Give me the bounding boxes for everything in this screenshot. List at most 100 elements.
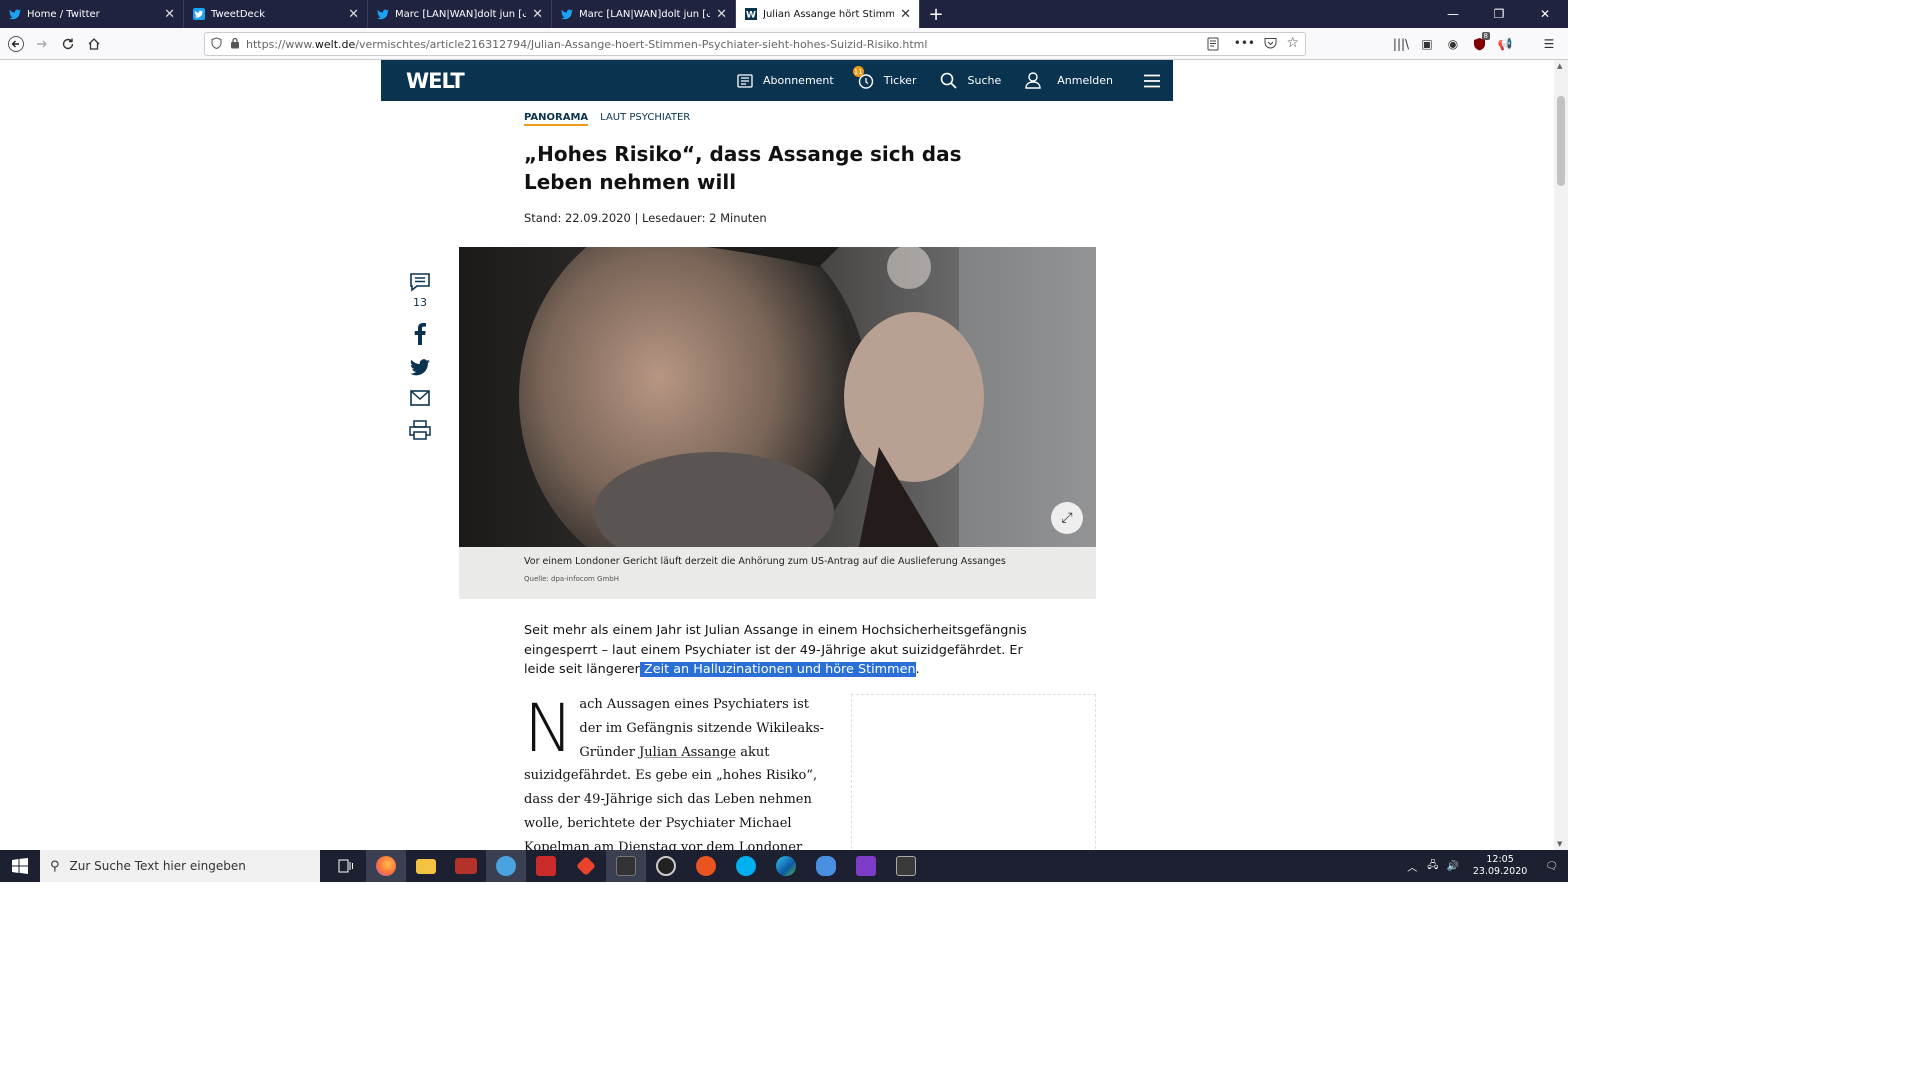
volume-icon[interactable]: 🔊	[1446, 861, 1458, 872]
app-icon-x[interactable]	[886, 850, 926, 882]
ticker-link[interactable]: 11 Ticker	[852, 66, 916, 89]
pocket-icon[interactable]	[1264, 37, 1277, 52]
shield-icon[interactable]	[211, 36, 222, 52]
tab-welt-article[interactable]: W Julian Assange hört Stimmen: P ✕	[736, 0, 920, 28]
lock-icon[interactable]	[230, 37, 240, 52]
scroll-down-icon[interactable]: ▼	[1557, 840, 1562, 848]
minimize-button[interactable]: —	[1430, 0, 1476, 28]
tab-marc-2[interactable]: Marc [LAN|WAN]dolt jun [ولت... ✕	[552, 0, 736, 28]
skype-icon[interactable]	[726, 850, 766, 882]
notification-icon[interactable]: 🗨	[1545, 861, 1558, 872]
ad-placeholder	[851, 694, 1096, 850]
more-actions-icon[interactable]: •••	[1234, 36, 1255, 50]
home-icon	[88, 37, 100, 50]
facebook-icon	[414, 323, 426, 345]
comments-count: 13	[413, 296, 427, 309]
comments-button[interactable]: 13	[409, 272, 431, 309]
close-window-button[interactable]: ✕	[1522, 0, 1568, 28]
bookmark-star-icon[interactable]: ☆	[1286, 35, 1299, 51]
ubuntu-icon[interactable]	[686, 850, 726, 882]
scrollbar[interactable]: ▲ ▼	[1554, 60, 1568, 850]
ableton-live-icon[interactable]	[606, 850, 646, 882]
section-link[interactable]: PANORAMA	[524, 112, 589, 126]
drop-cap: N	[524, 690, 574, 767]
clock-date: 23.09.2020	[1472, 866, 1528, 877]
tab-tweetdeck[interactable]: TweetDeck ✕	[184, 0, 368, 28]
close-icon[interactable]: ✕	[164, 7, 175, 22]
search-link[interactable]: Suche	[940, 72, 1001, 89]
windows-icon	[12, 858, 28, 874]
voice-meeter-icon[interactable]	[446, 850, 486, 882]
julian-assange-link[interactable]: Julian Assange	[639, 745, 736, 760]
address-bar[interactable]: https://www.welt.de/vermischtes/article2…	[204, 32, 1306, 56]
app-icon-cube[interactable]	[566, 850, 606, 882]
abonnement-link[interactable]: Abonnement	[737, 73, 834, 88]
article-headline: „Hohes Risiko“, dass Assange sich das Le…	[524, 142, 962, 194]
close-icon[interactable]: ✕	[532, 7, 543, 22]
sidebar-icon[interactable]: ▣	[1416, 32, 1438, 56]
new-tab-button[interactable]: +	[920, 0, 952, 28]
system-tray: ︿ 🖧 🔊 12:05 23.09.2020 🗨	[1407, 850, 1568, 882]
reload-icon	[62, 38, 74, 49]
account-icon[interactable]: ◉	[1442, 32, 1464, 56]
forward-button[interactable]	[29, 31, 55, 57]
hamburger-menu-icon[interactable]	[1143, 74, 1161, 88]
taskbar-search[interactable]: ⚲ Zur Suche Text hier eingeben	[40, 850, 320, 882]
search-placeholder: Zur Suche Text hier eingeben	[69, 859, 246, 873]
file-explorer-icon[interactable]	[406, 850, 446, 882]
scroll-up-icon[interactable]: ▲	[1557, 62, 1562, 70]
intro-end: .	[915, 662, 920, 677]
reader-view-icon[interactable]	[1207, 37, 1219, 54]
back-button[interactable]	[3, 31, 29, 57]
close-icon[interactable]: ✕	[348, 7, 359, 22]
close-icon[interactable]: ✕	[900, 7, 911, 22]
login-link[interactable]: Anmelden	[1025, 72, 1113, 89]
task-view-icon[interactable]	[326, 850, 366, 882]
abonnement-label: Abonnement	[763, 74, 834, 87]
svg-text:W: W	[746, 11, 756, 21]
newspaper-icon	[737, 73, 753, 88]
network-icon[interactable]: 🖧	[1427, 858, 1438, 875]
photo-illustration	[459, 247, 1096, 547]
chat-app-icon[interactable]	[806, 850, 846, 882]
browser-tools: |||\ ▣ ◉ 8 📢 ☰	[1390, 32, 1560, 56]
restore-button[interactable]: ❐	[1476, 0, 1522, 28]
twitter-share-button[interactable]	[410, 359, 430, 376]
expand-icon[interactable]: ⤢	[1051, 502, 1083, 534]
ublock-icon[interactable]: 8	[1468, 32, 1490, 56]
email-share-button[interactable]	[410, 390, 430, 406]
tab-strip: Home / Twitter ✕ TweetDeck ✕ Marc [LAN|W…	[0, 0, 1568, 28]
intro-selected-text: Zeit an Halluzinationen und höre Stimmen	[639, 662, 916, 677]
home-button[interactable]	[81, 31, 107, 57]
megaphone-icon[interactable]: 📢	[1494, 32, 1516, 56]
edge-icon[interactable]	[766, 850, 806, 882]
forward-arrow-icon	[37, 40, 47, 47]
clock-time: 12:05	[1486, 854, 1514, 865]
facebook-share-button[interactable]	[414, 323, 426, 345]
tab-home-twitter[interactable]: Home / Twitter ✕	[0, 0, 184, 28]
firefox-icon[interactable]	[366, 850, 406, 882]
chevron-up-icon[interactable]: ︿	[1407, 859, 1417, 874]
app-icon-red[interactable]	[526, 850, 566, 882]
tab-marc-1[interactable]: Marc [LAN|WAN]dolt jun [ولت... ✕	[368, 0, 552, 28]
taskbar-apps	[326, 850, 926, 882]
comment-icon	[410, 273, 430, 292]
clock[interactable]: 12:05 23.09.2020	[1473, 854, 1527, 878]
close-icon[interactable]: ✕	[716, 7, 727, 22]
menu-icon[interactable]: ☰	[1538, 32, 1560, 56]
scrollbar-thumb[interactable]	[1557, 96, 1565, 186]
tweetdeck-icon	[192, 8, 205, 21]
article-photo[interactable]: ⤢	[459, 247, 1096, 547]
library-icon[interactable]: |||\	[1390, 32, 1412, 56]
tab-label: TweetDeck	[211, 8, 265, 20]
article-intro: Seit mehr als einem Jahr ist Julian Assa…	[524, 621, 1029, 680]
window-controls: — ❐ ✕	[1430, 0, 1568, 28]
welt-logo[interactable]: WELT	[406, 69, 465, 93]
page-viewport: WELT Abonnement 11 Ticker Suche Anmelden…	[0, 60, 1568, 850]
app-icon-purple[interactable]	[846, 850, 886, 882]
start-button[interactable]	[0, 850, 40, 882]
obs-icon[interactable]	[646, 850, 686, 882]
app-icon-blue[interactable]	[486, 850, 526, 882]
print-button[interactable]	[409, 420, 431, 440]
reload-button[interactable]	[55, 31, 81, 57]
